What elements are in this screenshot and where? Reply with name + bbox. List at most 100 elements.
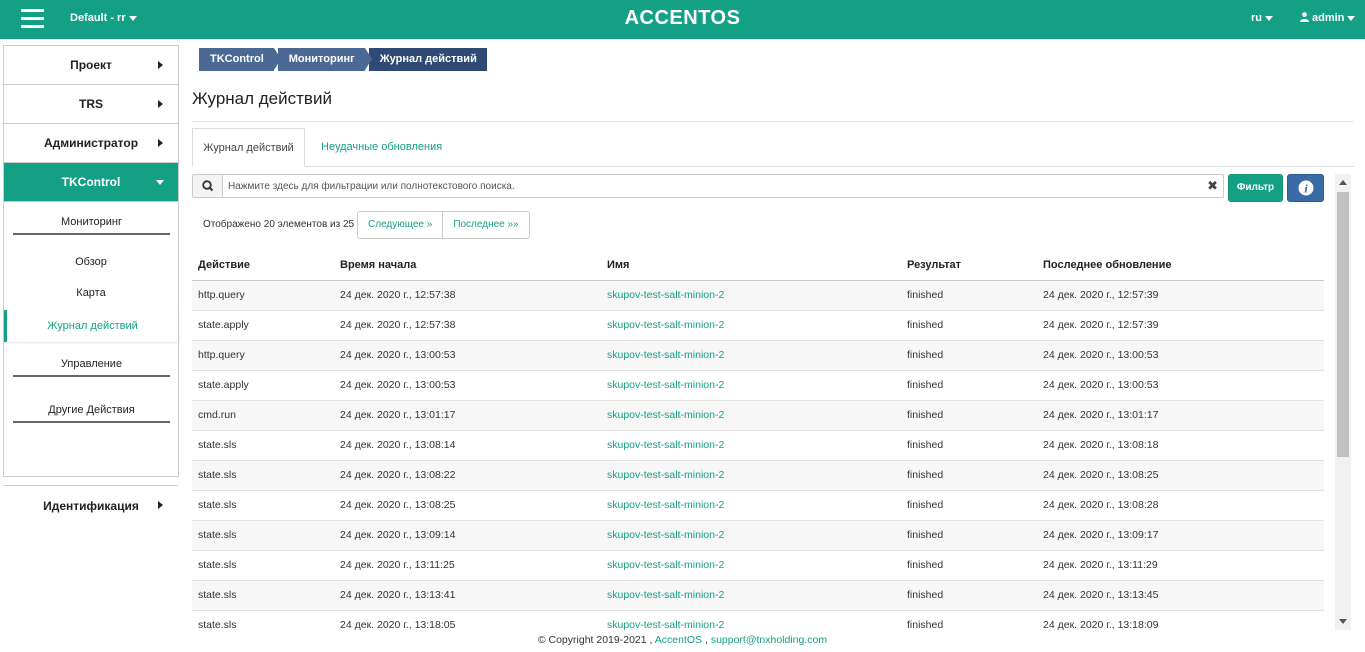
cell-name[interactable]: skupov-test-salt-minion-2 bbox=[601, 280, 901, 311]
divider bbox=[192, 121, 1354, 122]
table-row: state.sls 24 дек. 2020 г., 13:08:25 skupov… bbox=[192, 490, 1324, 521]
chevron-down-icon bbox=[156, 180, 164, 185]
sidebar: Проект TRS Администратор TKControl Монит… bbox=[3, 45, 179, 513]
table-row: http.query 24 дек. 2020 г., 12:57:38 skupo… bbox=[192, 280, 1324, 311]
sidebar-item-tkcontrol[interactable]: TKControl bbox=[4, 163, 178, 202]
user-label: admin bbox=[1312, 12, 1345, 24]
cell-action: state.sls bbox=[192, 580, 334, 611]
close-icon[interactable]: ✖ bbox=[1207, 178, 1218, 194]
chevron-right-icon bbox=[158, 139, 163, 147]
cell-start-time: 24 дек. 2020 г., 12:57:38 bbox=[334, 280, 601, 311]
chevron-right-icon bbox=[158, 501, 163, 509]
column-header-last-update[interactable]: Последнее обновление bbox=[1037, 250, 1324, 281]
sidebar-group-other[interactable]: Другие Действия bbox=[13, 404, 170, 423]
search-bar: ✖ bbox=[192, 174, 1224, 198]
cell-start-time: 24 дек. 2020 г., 13:09:14 bbox=[334, 520, 601, 551]
cell-start-time: 24 дек. 2020 г., 13:00:53 bbox=[334, 340, 601, 371]
footer-copyright: © Copyright 2019-2021 , bbox=[537, 634, 653, 646]
cell-name[interactable]: skupov-test-salt-minion-2 bbox=[601, 370, 901, 401]
cell-name[interactable]: skupov-test-salt-minion-2 bbox=[601, 490, 901, 521]
scroll-down-icon[interactable] bbox=[1339, 619, 1347, 624]
cell-action: state.sls bbox=[192, 460, 334, 491]
column-header-action[interactable]: Действие bbox=[192, 250, 334, 281]
cell-last-update: 24 дек. 2020 г., 13:00:53 bbox=[1037, 370, 1324, 401]
cell-result: finished bbox=[901, 610, 1037, 630]
cell-last-update: 24 дек. 2020 г., 13:00:53 bbox=[1037, 340, 1324, 371]
scrollbar-thumb[interactable] bbox=[1337, 192, 1349, 457]
sidebar-item-project[interactable]: Проект bbox=[4, 46, 178, 85]
cell-name[interactable]: skupov-test-salt-minion-2 bbox=[601, 520, 901, 551]
breadcrumb-tkcontrol[interactable]: TKControl bbox=[199, 48, 281, 71]
info-button[interactable]: i bbox=[1287, 174, 1324, 202]
cell-name[interactable]: skupov-test-salt-minion-2 bbox=[601, 580, 901, 611]
cell-action: state.sls bbox=[192, 550, 334, 581]
sidebar-link-map[interactable]: Карта bbox=[4, 287, 178, 299]
footer-separator: , bbox=[704, 634, 708, 646]
search-button[interactable] bbox=[193, 175, 223, 197]
cell-name[interactable]: skupov-test-salt-minion-2 bbox=[601, 550, 901, 581]
tab-failed-updates[interactable]: Неудачные обновления bbox=[321, 128, 442, 167]
language-dropdown[interactable]: ru bbox=[1251, 12, 1273, 24]
breadcrumb-monitoring[interactable]: Мониторинг bbox=[277, 48, 372, 71]
cell-action: state.sls bbox=[192, 430, 334, 461]
footer-email-link[interactable]: support@tnxholding.com bbox=[711, 634, 827, 646]
sidebar-group-monitoring[interactable]: Мониторинг bbox=[13, 216, 170, 235]
page-title: Журнал действий bbox=[192, 89, 332, 108]
cell-last-update: 24 дек. 2020 г., 13:08:28 bbox=[1037, 490, 1324, 521]
cell-action: cmd.run bbox=[192, 400, 334, 431]
sidebar-item-label: Идентификация bbox=[43, 498, 139, 513]
sidebar-item-trs[interactable]: TRS bbox=[4, 85, 178, 124]
cell-name[interactable]: skupov-test-salt-minion-2 bbox=[601, 340, 901, 371]
chevron-down-icon bbox=[1265, 15, 1273, 21]
cell-name[interactable]: skupov-test-salt-minion-2 bbox=[601, 610, 901, 630]
cell-start-time: 24 дек. 2020 г., 12:57:38 bbox=[334, 310, 601, 341]
cell-name[interactable]: skupov-test-salt-minion-2 bbox=[601, 400, 901, 431]
cell-result: finished bbox=[901, 280, 1037, 311]
cell-last-update: 24 дек. 2020 г., 13:18:09 bbox=[1037, 610, 1324, 630]
cell-last-update: 24 дек. 2020 г., 13:11:29 bbox=[1037, 550, 1324, 581]
info-icon: i bbox=[1298, 180, 1314, 196]
actions-table: Действие Время начала Имя Результат Посл… bbox=[192, 250, 1324, 630]
cell-result: finished bbox=[901, 430, 1037, 461]
cell-action: state.apply bbox=[192, 370, 334, 401]
sidebar-link-journal[interactable]: Журнал действий bbox=[4, 310, 178, 342]
actions-table-container: Действие Время начала Имя Результат Посл… bbox=[192, 250, 1324, 630]
cell-name[interactable]: skupov-test-salt-minion-2 bbox=[601, 430, 901, 461]
breadcrumb-journal: Журнал действий bbox=[368, 48, 487, 71]
cell-start-time: 24 дек. 2020 г., 13:00:53 bbox=[334, 370, 601, 401]
table-row: state.apply 24 дек. 2020 г., 13:00:53 skup… bbox=[192, 370, 1324, 401]
table-header-row: Действие Время начала Имя Результат Посл… bbox=[192, 250, 1324, 281]
table-row: state.sls 24 дек. 2020 г., 13:08:22 skupov… bbox=[192, 460, 1324, 491]
top-bar: Default - rr ACCENTOS ru admin bbox=[0, 0, 1365, 39]
sidebar-link-overview[interactable]: Обзор bbox=[4, 256, 178, 268]
cell-name[interactable]: skupov-test-salt-minion-2 bbox=[601, 310, 901, 341]
scroll-up-icon[interactable] bbox=[1339, 180, 1347, 185]
footer: © Copyright 2019-2021 , AccentOS , suppo… bbox=[0, 634, 1365, 646]
cell-last-update: 24 дек. 2020 г., 13:13:45 bbox=[1037, 580, 1324, 611]
cell-start-time: 24 дек. 2020 г., 13:01:17 bbox=[334, 400, 601, 431]
sidebar-item-admin[interactable]: Администратор bbox=[4, 124, 178, 163]
chevron-right-icon bbox=[158, 100, 163, 108]
sidebar-item-identity[interactable]: Идентификация bbox=[4, 486, 178, 525]
column-header-result[interactable]: Результат bbox=[901, 250, 1037, 281]
footer-accentos-link[interactable]: AccentOS bbox=[655, 634, 702, 646]
table-row: cmd.run 24 дек. 2020 г., 13:01:17 skupov-t… bbox=[192, 400, 1324, 431]
tab-journal[interactable]: Журнал действий bbox=[192, 128, 305, 167]
cell-result: finished bbox=[901, 460, 1037, 491]
cell-last-update: 24 дек. 2020 г., 13:08:25 bbox=[1037, 460, 1324, 491]
cell-result: finished bbox=[901, 400, 1037, 431]
table-row: state.sls 24 дек. 2020 г., 13:18:05 skupov… bbox=[192, 610, 1324, 630]
next-page-button[interactable]: Следующее » bbox=[358, 212, 442, 238]
column-header-start-time[interactable]: Время начала bbox=[334, 250, 601, 281]
last-page-button[interactable]: Последнее »» bbox=[442, 212, 528, 238]
cell-result: finished bbox=[901, 370, 1037, 401]
filter-button[interactable]: Фильтр bbox=[1228, 174, 1283, 202]
user-dropdown[interactable]: admin bbox=[1300, 12, 1356, 24]
search-input[interactable] bbox=[224, 175, 1199, 197]
scrollbar[interactable] bbox=[1335, 174, 1351, 630]
column-header-name[interactable]: Имя bbox=[601, 250, 901, 281]
sidebar-item-label: TKControl bbox=[61, 175, 121, 189]
cell-name[interactable]: skupov-test-salt-minion-2 bbox=[601, 460, 901, 491]
sidebar-item-label: TRS bbox=[79, 97, 103, 111]
sidebar-group-management[interactable]: Управление bbox=[13, 358, 170, 377]
